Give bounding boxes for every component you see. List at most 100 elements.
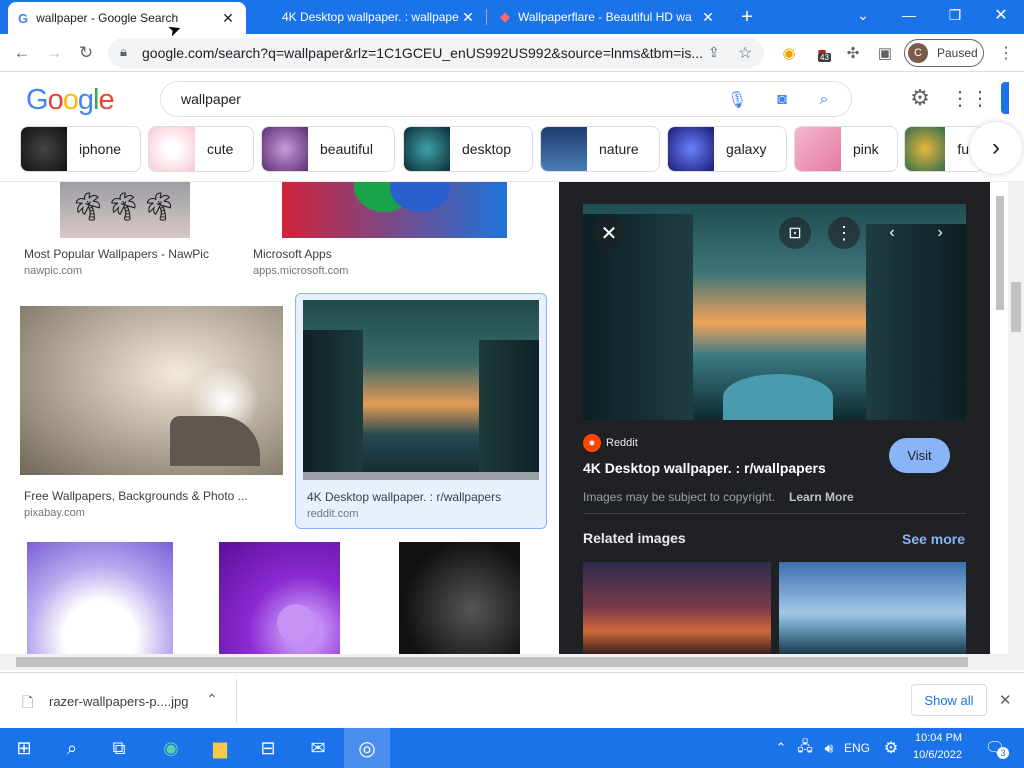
profile-button[interactable]: C Paused (904, 39, 984, 67)
address-bar[interactable]: 🔒︎ google.com/search?q=wallpaper&rlz=1C1… (108, 38, 764, 68)
related-image-1[interactable] (583, 562, 771, 654)
tab-wallpaperflare[interactable]: ◆ Wallpaperflare - Beautiful HD wa ✕ (490, 0, 726, 34)
close-tab-icon[interactable]: ✕ (700, 9, 716, 26)
new-tab-icon[interactable]: + (726, 2, 768, 32)
vertical-scrollbar[interactable] (994, 182, 1006, 654)
chip-nature[interactable]: nature (540, 126, 660, 172)
result-image-nawpic[interactable]: 🌴︎🌴︎🌴︎ (60, 182, 190, 238)
download-filename[interactable]: razer-wallpapers-p....jpg (49, 694, 188, 709)
result-image-reddit[interactable] (303, 300, 539, 480)
rss-icon[interactable]: ◉ (779, 43, 799, 63)
mail-icon[interactable]: ✉ (303, 733, 333, 763)
clock-date[interactable]: 10/6/2022 (913, 749, 962, 761)
chrome-menu-icon[interactable]: ⋮ (996, 43, 1016, 63)
clock-time[interactable]: 10:04 PM (915, 732, 962, 744)
result-caption[interactable]: Most Popular Wallpapers - NawPic (24, 247, 209, 261)
forward-icon[interactable]: → (41, 40, 67, 66)
horizontal-scrollbar[interactable] (0, 654, 1024, 670)
next-image-icon[interactable]: › (924, 217, 956, 249)
related-images-heading: Related images (583, 530, 686, 546)
task-view-icon[interactable]: ⧉ (104, 733, 134, 763)
chip-galaxy[interactable]: galaxy (667, 126, 787, 172)
search-box[interactable]: wallpaper 🎙︎ ◙ ⌕ (160, 81, 852, 117)
chip-beautiful[interactable]: beautiful (261, 126, 395, 172)
restore-icon[interactable]: ❐ (932, 0, 978, 30)
store-icon[interactable]: ⊟ (253, 733, 283, 763)
result-caption[interactable]: Free Wallpapers, Backgrounds & Photo ... (24, 489, 264, 503)
chip-cute[interactable]: cute (148, 126, 254, 172)
preview-image[interactable] (583, 204, 966, 420)
result-caption[interactable]: Microsoft Apps (253, 247, 332, 261)
google-header: Google wallpaper 🎙︎ ◙ ⌕ ⚙ ⋮⋮ iphone cute… (0, 72, 1024, 182)
see-more-link[interactable]: See more (902, 531, 965, 547)
google-logo[interactable]: Google (26, 84, 115, 117)
result-image-purple-bubbles[interactable] (219, 542, 340, 654)
close-preview-icon[interactable]: ✕ (593, 217, 625, 249)
tab-title: 4K Desktop wallpaper. : wallpape (282, 10, 459, 24)
learn-more-link[interactable]: Learn More (789, 490, 854, 504)
edge-icon[interactable]: ◉ (156, 733, 186, 763)
result-caption: 4K Desktop wallpaper. : r/wallpapers (307, 490, 502, 504)
tab-reddit[interactable]: 4K Desktop wallpaper. : wallpape ✕ (252, 0, 486, 34)
download-options-chevron-icon[interactable]: ⌃ (206, 691, 218, 708)
tab-google-search[interactable]: G wallpaper - Google Search ✕ (8, 2, 246, 34)
close-tab-icon[interactable]: ✕ (220, 10, 236, 27)
extension-badge-count: 43 (818, 53, 831, 62)
chrome-logo-icon: ◎ (358, 737, 376, 760)
settings-gear-icon[interactable]: ⚙ (906, 84, 934, 112)
sign-in-button[interactable] (1001, 82, 1009, 114)
visit-button[interactable]: Visit (889, 438, 950, 473)
page-scrollbar-thumb[interactable] (1011, 282, 1021, 332)
result-image-microsoft[interactable] (282, 182, 507, 238)
taskbar-search-icon[interactable]: ⌕ (57, 733, 87, 763)
chip-desktop[interactable]: desktop (403, 126, 533, 172)
search-icon[interactable]: ⌕ (813, 89, 835, 111)
scrollbar-thumb[interactable] (996, 196, 1004, 310)
tab-search-chevron-icon[interactable]: ⌄ (840, 0, 886, 30)
downloads-bar: 🗋︎ razer-wallpapers-p....jpg ⌃ Show all … (0, 672, 1024, 728)
chips-next-arrow-icon[interactable]: › (970, 122, 1022, 174)
extension-badge-icon[interactable]: ■ 43 (812, 43, 832, 63)
side-panel-icon[interactable]: ▣ (875, 43, 895, 63)
selected-result-card[interactable]: 4K Desktop wallpaper. : r/wallpapers red… (295, 293, 547, 529)
divider (236, 679, 237, 723)
windows-start-icon[interactable]: ⊞ (9, 733, 39, 763)
close-downloads-icon[interactable]: ✕ (999, 691, 1012, 709)
result-image-dark-smoke[interactable] (399, 542, 520, 654)
notifications-icon[interactable]: 🗨︎ 3 (980, 733, 1010, 763)
related-image-2[interactable] (779, 562, 966, 654)
chip-thumb (905, 127, 946, 171)
forest-left-shape (303, 330, 363, 480)
show-all-button[interactable]: Show all (911, 684, 987, 716)
chip-iphone[interactable]: iphone (20, 126, 141, 172)
chip-thumb (795, 127, 841, 171)
close-tab-icon[interactable]: ✕ (460, 9, 476, 26)
page-scrollbar[interactable] (1008, 182, 1024, 654)
bookmark-star-icon[interactable]: ☆ (738, 43, 752, 63)
share-icon[interactable]: ⇪ (708, 44, 720, 61)
settings-tray-icon[interactable]: ⚙ (876, 733, 906, 763)
back-icon[interactable]: ← (9, 40, 35, 66)
chrome-taskbar-icon[interactable]: ◎ (344, 728, 390, 768)
horizontal-scrollbar-thumb[interactable] (16, 657, 968, 667)
minimize-icon[interactable]: — (886, 0, 932, 30)
preview-title[interactable]: 4K Desktop wallpaper. : r/wallpapers (583, 460, 826, 476)
lens-search-icon[interactable]: ⊡ (779, 217, 811, 249)
language-indicator[interactable]: ENG (844, 741, 870, 755)
preview-site-name[interactable]: Reddit (606, 437, 638, 449)
more-options-icon[interactable]: ⋮ (828, 217, 860, 249)
chip-pink[interactable]: pink (794, 126, 898, 172)
apps-grid-icon[interactable]: ⋮⋮ (950, 84, 990, 112)
result-image-pixabay[interactable] (20, 306, 283, 475)
close-window-icon[interactable]: ✕ (978, 0, 1024, 30)
bubble-shape (277, 604, 315, 642)
extensions-puzzle-icon[interactable]: ✣ (843, 43, 863, 63)
file-explorer-icon[interactable]: ▆ (205, 733, 235, 763)
volume-icon[interactable]: 🔊︎ (814, 733, 844, 763)
chip-thumb (262, 127, 308, 171)
reload-icon[interactable]: ↻ (73, 40, 99, 66)
voice-search-icon[interactable]: 🎙︎ (726, 89, 748, 111)
previous-image-icon[interactable]: ‹ (876, 217, 908, 249)
lens-camera-icon[interactable]: ◙ (771, 89, 793, 111)
result-image-fluffy[interactable] (27, 542, 173, 654)
